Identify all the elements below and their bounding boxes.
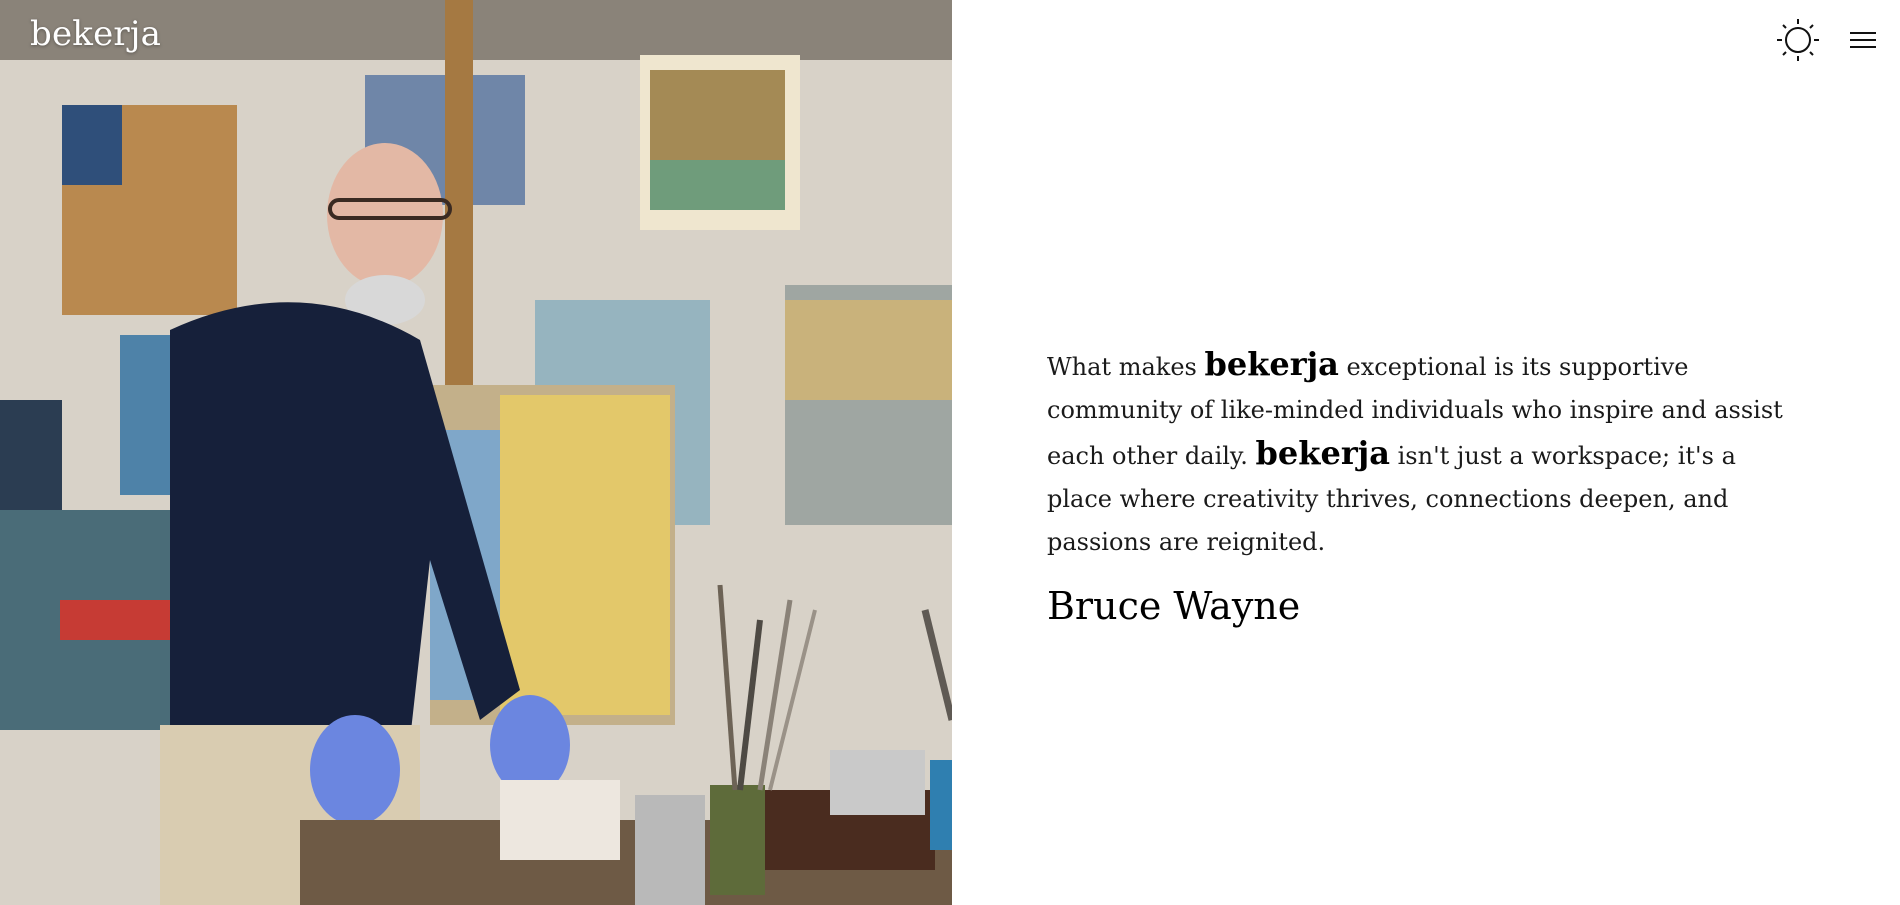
tin-can xyxy=(710,785,765,895)
paint-can xyxy=(635,795,705,905)
left-glove xyxy=(310,715,400,825)
testimonial-section: What makes bekerja exceptional is its su… xyxy=(1047,343,1807,628)
hero-image-panel: bekerja xyxy=(0,0,952,905)
theme-toggle-svg xyxy=(1777,19,1819,61)
menu-line xyxy=(1850,39,1876,41)
metal-can xyxy=(830,750,925,815)
header-actions xyxy=(1774,16,1878,64)
testimonial-quote: What makes bekerja exceptional is its su… xyxy=(1047,343,1807,564)
palette-rag xyxy=(500,780,620,860)
studio-photo xyxy=(0,0,952,905)
person-head xyxy=(327,143,443,287)
testimonial-author: Bruce Wayne xyxy=(1047,584,1301,628)
sun-icon[interactable] xyxy=(1774,16,1822,64)
hamburger-menu-icon[interactable] xyxy=(1848,16,1878,64)
menu-line xyxy=(1850,46,1876,48)
quote-text-1: What makes xyxy=(1047,353,1205,381)
brand-name-inline: bekerja xyxy=(1204,345,1339,383)
menu-line xyxy=(1850,32,1876,34)
brand-name-inline: bekerja xyxy=(1255,434,1390,472)
site-logo[interactable]: bekerja xyxy=(30,14,161,54)
easel xyxy=(445,0,473,390)
